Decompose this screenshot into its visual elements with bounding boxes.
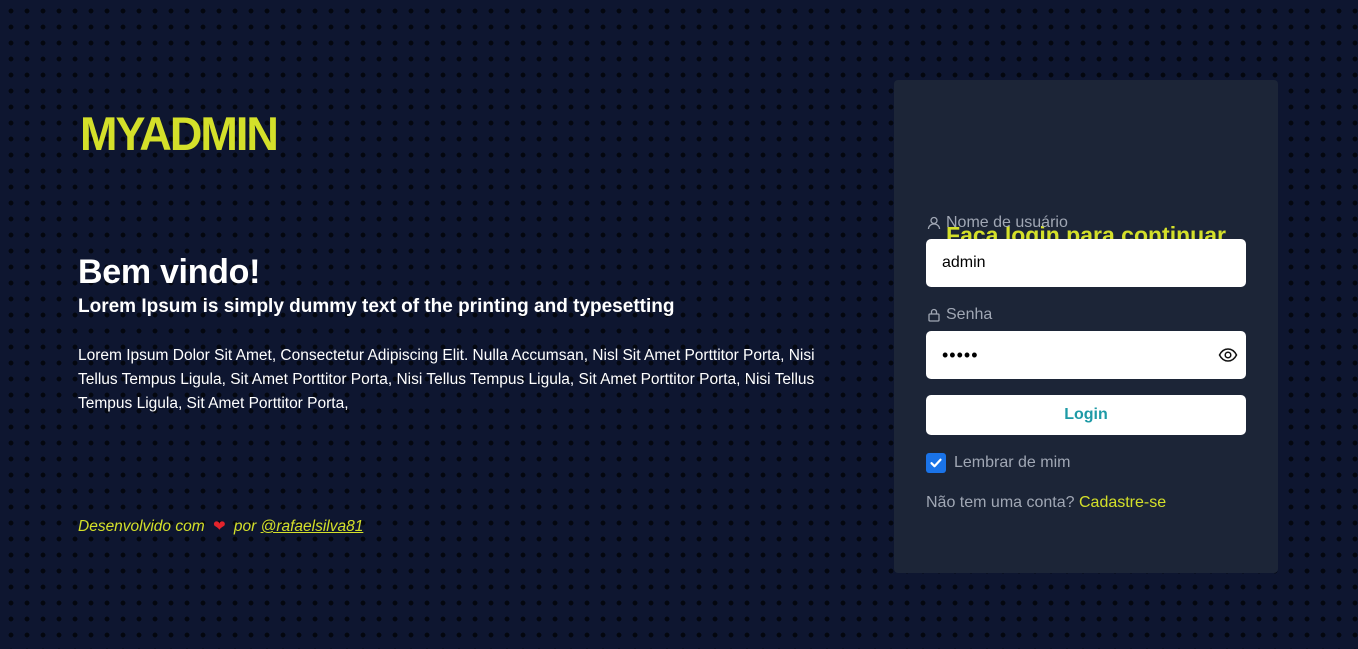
password-field[interactable]: ••••• [926,331,1246,379]
credit-by: por [233,518,257,535]
remember-me: Lembrar de mim [926,453,1070,473]
author-link[interactable]: @rafaelsilva81 [261,518,364,535]
password-label-text: Senha [946,306,993,323]
credit-prefix: Desenvolvido com [78,518,205,535]
welcome-heading: Bem vindo! [78,253,261,291]
login-button[interactable]: Login [926,395,1246,435]
check-icon [930,458,942,468]
eye-icon[interactable] [1218,345,1238,365]
welcome-description: Lorem Ipsum Dolor Sit Amet, Consectetur … [78,347,815,412]
developer-credit: Desenvolvido com ❤ por @rafaelsilva81 [78,515,363,539]
user-icon [927,216,941,230]
password-label: Senha [926,305,992,325]
signup-row: Não tem uma conta? Cadastre-se [926,493,1166,513]
signup-link[interactable]: Cadastre-se [1079,494,1166,511]
username-label: Nome de usuário [926,213,1068,233]
welcome-subheading: Lorem Ipsum is simply dummy text of the … [78,296,675,317]
password-masked-value: ••••• [942,345,979,365]
username-input[interactable] [926,239,1246,287]
signup-prompt: Não tem uma conta? [926,494,1075,511]
remember-label: Lembrar de mim [954,454,1071,471]
lock-icon [928,308,940,322]
username-label-text: Nome de usuário [946,214,1068,231]
heart-icon: ❤ [212,518,226,535]
remember-checkbox[interactable] [926,453,946,473]
username-field-wrapper [926,239,1246,287]
brand-logo: MYADMIN [80,106,279,161]
